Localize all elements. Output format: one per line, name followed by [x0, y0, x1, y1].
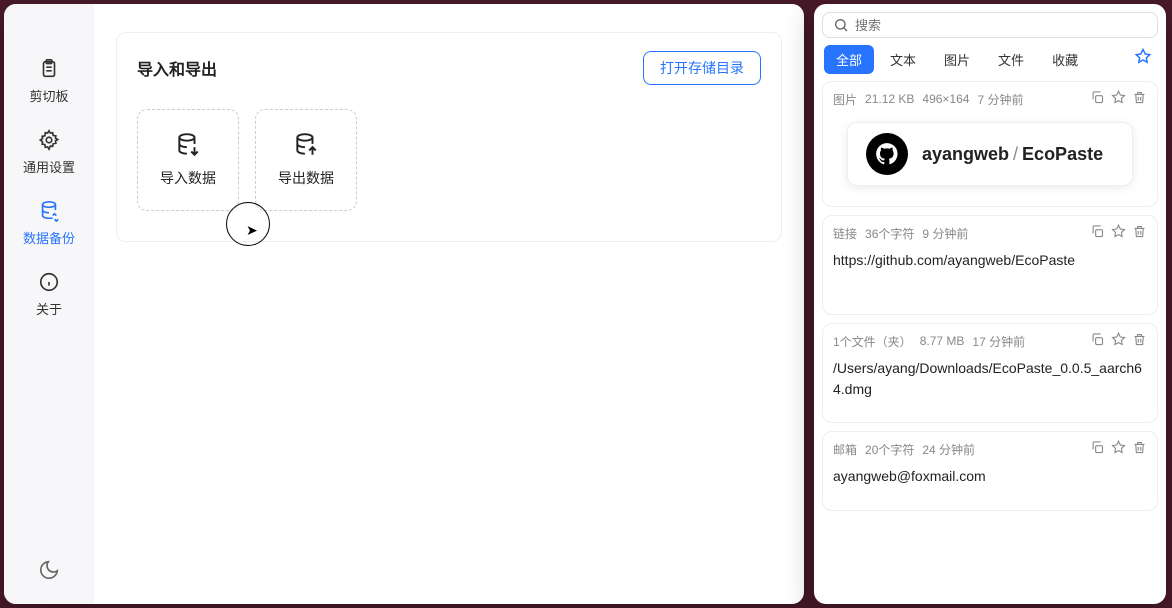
clip-time: 7 分钟前: [977, 91, 1023, 108]
delete-button[interactable]: [1132, 90, 1147, 108]
main-content: 导入和导出 打开存储目录 导入数据 导出数据 ➤: [94, 4, 804, 604]
clip-size: 21.12 KB: [865, 92, 914, 106]
clip-item-link[interactable]: 链接 36个字符 9 分钟前 https://github.com/ayangw…: [822, 215, 1158, 315]
tab-all[interactable]: 全部: [824, 45, 874, 74]
clip-content: https://github.com/ayangweb/EcoPaste: [833, 250, 1147, 300]
tab-file[interactable]: 文件: [986, 45, 1036, 74]
sidebar: 剪切板 通用设置 数据备份 关于: [4, 4, 94, 604]
github-repo-text: ayangweb/EcoPaste: [922, 144, 1103, 165]
clipboard-panel: 全部 文本 图片 文件 收藏 图片 21.12 KB 496×164 7 分钟前: [814, 4, 1166, 604]
star-icon: [1111, 224, 1126, 239]
sidebar-item-clipboard[interactable]: 剪切板: [4, 46, 94, 117]
favorite-button[interactable]: [1111, 332, 1126, 350]
pin-icon: [1134, 48, 1152, 66]
sidebar-item-label: 剪切板: [29, 86, 68, 105]
clip-type: 1个文件（夹）: [833, 333, 912, 350]
image-preview: ayangweb/EcoPaste: [847, 122, 1133, 186]
pin-button[interactable]: [1130, 44, 1156, 75]
clip-type: 邮箱: [833, 441, 857, 458]
database-sync-icon: [38, 200, 60, 222]
copy-icon: [1090, 90, 1105, 105]
github-icon: [874, 141, 900, 167]
favorite-button[interactable]: [1111, 90, 1126, 108]
moon-icon: [38, 559, 60, 581]
star-icon: [1111, 90, 1126, 105]
settings-window: 剪切板 通用设置 数据备份 关于 导入和导出 打开存储目录: [4, 4, 804, 604]
sidebar-item-about[interactable]: 关于: [4, 259, 94, 330]
action-label: 导入数据: [160, 168, 216, 188]
clip-time: 24 分钟前: [922, 441, 975, 458]
clip-item-file[interactable]: 1个文件（夹） 8.77 MB 17 分钟前 /Users/ayang/Down…: [822, 323, 1158, 423]
copy-button[interactable]: [1090, 224, 1105, 242]
tab-favorite[interactable]: 收藏: [1040, 45, 1090, 74]
search-input[interactable]: [855, 18, 1147, 33]
clipboard-icon: [38, 58, 60, 80]
clip-type: 链接: [833, 225, 857, 242]
star-icon: [1111, 440, 1126, 455]
sidebar-item-label: 数据备份: [23, 228, 75, 247]
copy-icon: [1090, 440, 1105, 455]
export-data-button[interactable]: 导出数据: [255, 109, 357, 211]
gear-icon: [38, 129, 60, 151]
copy-button[interactable]: [1090, 90, 1105, 108]
clip-content: /Users/ayang/Downloads/EcoPaste_0.0.5_aa…: [833, 358, 1147, 408]
clip-item-image[interactable]: 图片 21.12 KB 496×164 7 分钟前 ayangweb/EcoPa…: [822, 81, 1158, 207]
card-title: 导入和导出: [137, 56, 217, 80]
search-icon: [833, 17, 849, 33]
github-avatar: [866, 133, 908, 175]
copy-icon: [1090, 224, 1105, 239]
sidebar-item-backup[interactable]: 数据备份: [4, 188, 94, 259]
info-icon: [38, 271, 60, 293]
search-field[interactable]: [822, 12, 1158, 38]
theme-toggle[interactable]: [38, 559, 60, 604]
delete-button[interactable]: [1132, 224, 1147, 242]
import-export-card: 导入和导出 打开存储目录 导入数据 导出数据: [116, 32, 782, 242]
clip-chars: 36个字符: [865, 225, 914, 242]
clip-chars: 20个字符: [865, 441, 914, 458]
sidebar-item-general[interactable]: 通用设置: [4, 117, 94, 188]
tab-text[interactable]: 文本: [878, 45, 928, 74]
favorite-button[interactable]: [1111, 440, 1126, 458]
filter-tabs: 全部 文本 图片 文件 收藏: [822, 44, 1158, 75]
database-export-icon: [293, 132, 319, 158]
action-label: 导出数据: [278, 168, 334, 188]
star-icon: [1111, 332, 1126, 347]
trash-icon: [1132, 224, 1147, 239]
delete-button[interactable]: [1132, 440, 1147, 458]
copy-button[interactable]: [1090, 332, 1105, 350]
open-storage-dir-button[interactable]: 打开存储目录: [643, 51, 761, 85]
trash-icon: [1132, 440, 1147, 455]
sidebar-item-label: 通用设置: [23, 157, 75, 176]
clip-time: 9 分钟前: [922, 225, 968, 242]
favorite-button[interactable]: [1111, 224, 1126, 242]
sidebar-item-label: 关于: [36, 299, 62, 318]
trash-icon: [1132, 90, 1147, 105]
clip-item-email[interactable]: 邮箱 20个字符 24 分钟前 ayangweb@foxmail.com: [822, 431, 1158, 511]
database-import-icon: [175, 132, 201, 158]
clip-type: 图片: [833, 91, 857, 108]
delete-button[interactable]: [1132, 332, 1147, 350]
clip-time: 17 分钟前: [972, 333, 1025, 350]
clip-dimensions: 496×164: [922, 92, 969, 106]
clip-content: ayangweb@foxmail.com: [833, 466, 1147, 496]
import-data-button[interactable]: 导入数据: [137, 109, 239, 211]
clip-size: 8.77 MB: [920, 334, 965, 348]
copy-button[interactable]: [1090, 440, 1105, 458]
copy-icon: [1090, 332, 1105, 347]
trash-icon: [1132, 332, 1147, 347]
tab-image[interactable]: 图片: [932, 45, 982, 74]
clip-list: 图片 21.12 KB 496×164 7 分钟前 ayangweb/EcoPa…: [822, 81, 1158, 511]
